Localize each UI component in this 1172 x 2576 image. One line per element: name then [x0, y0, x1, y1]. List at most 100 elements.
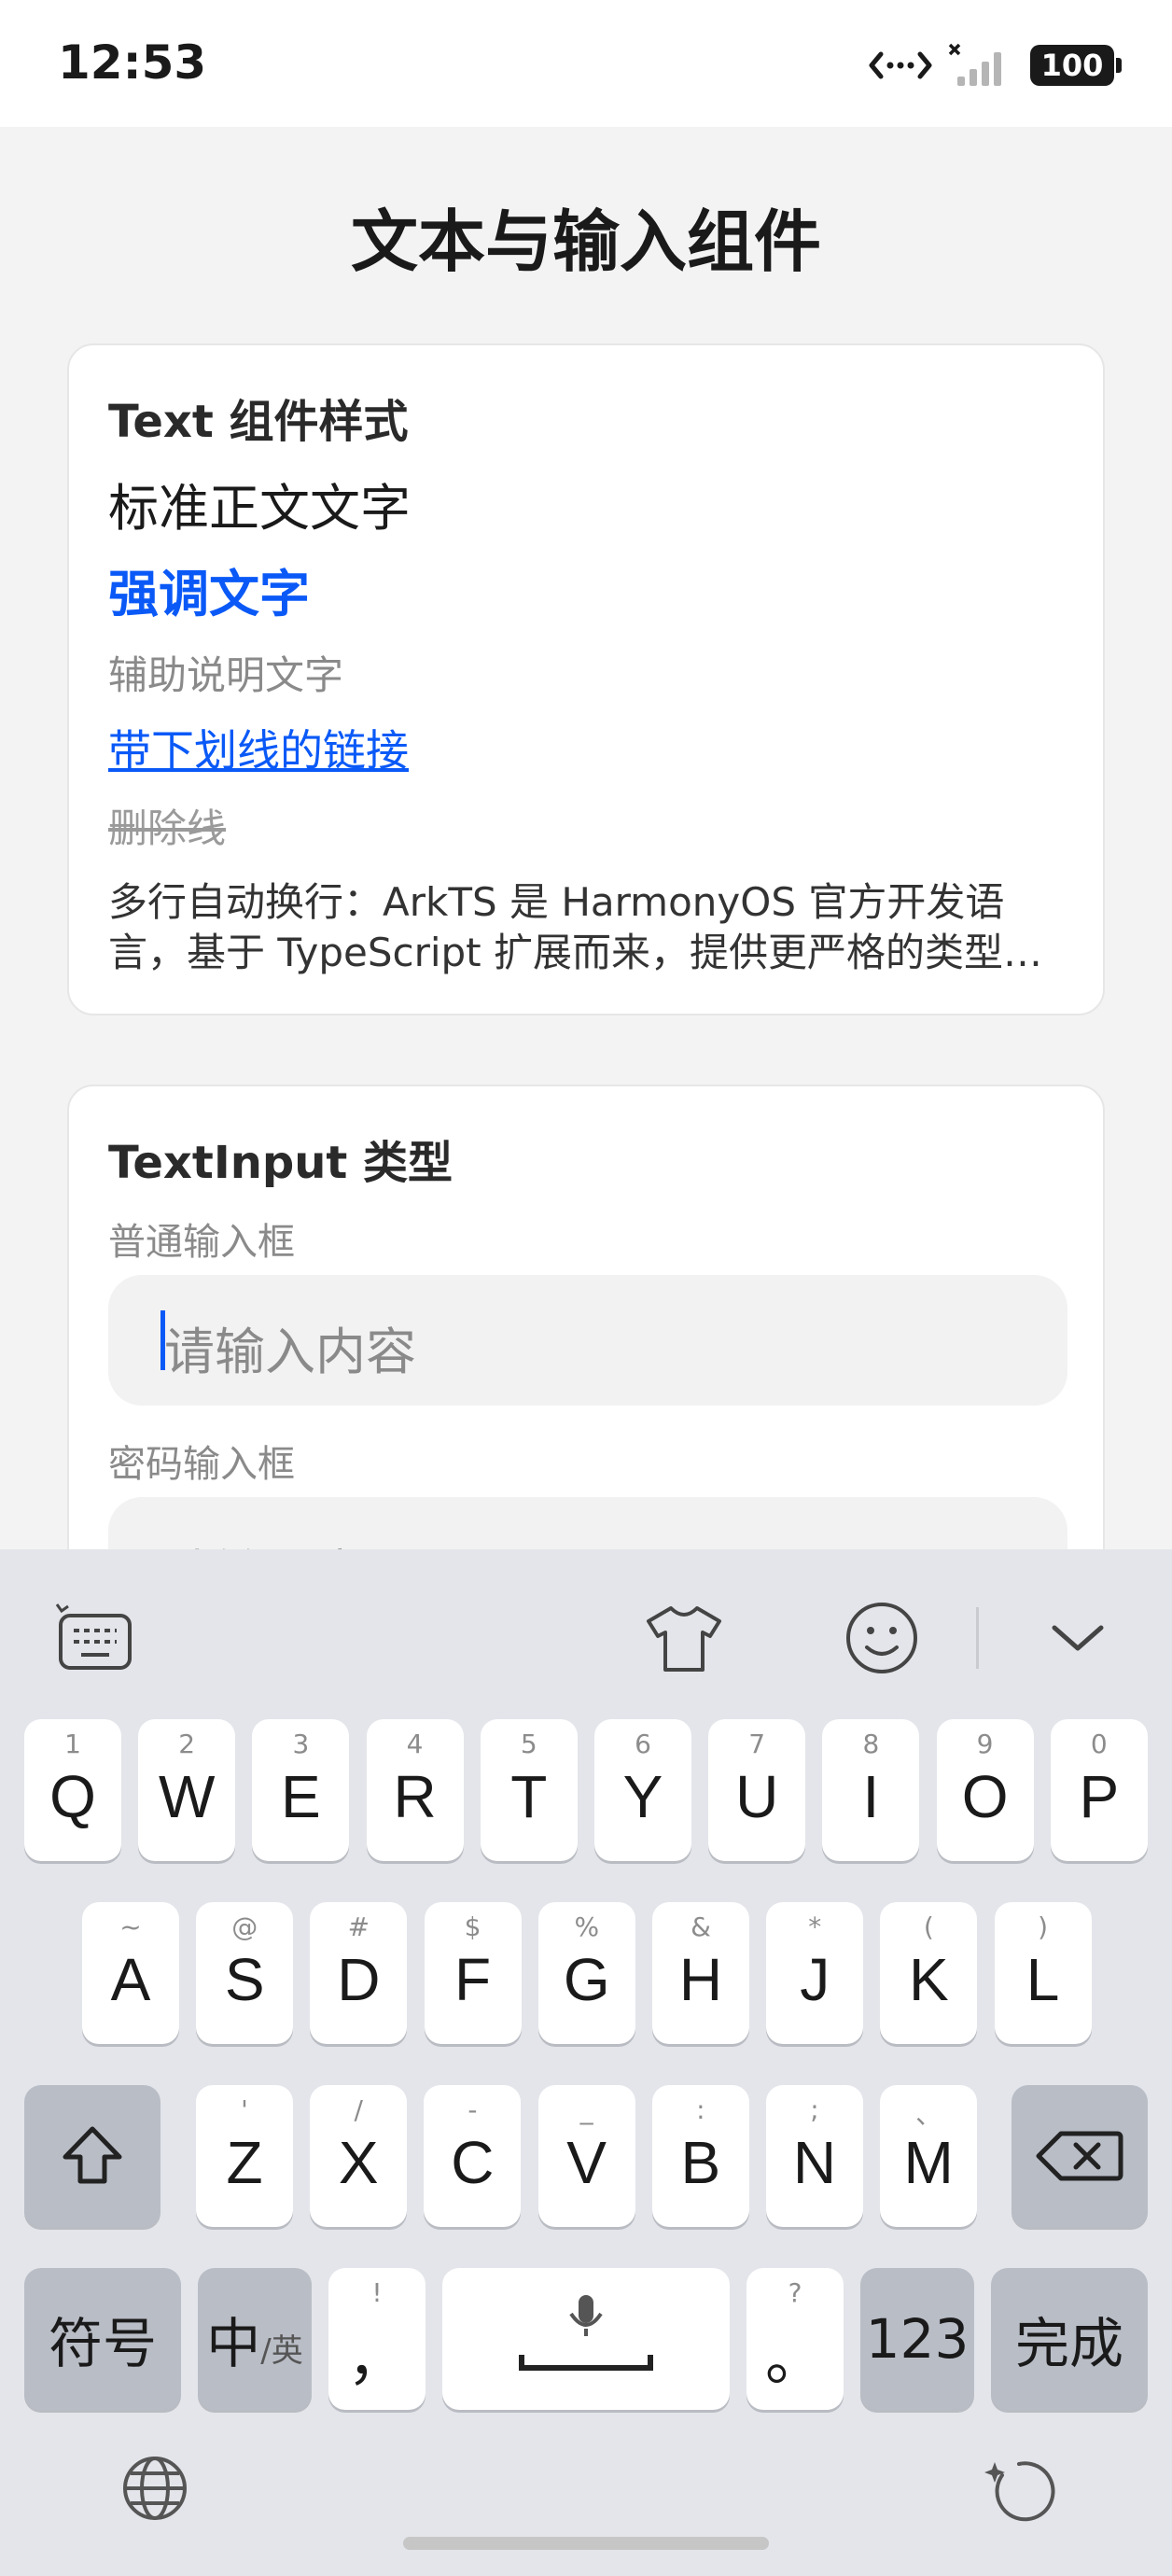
key-hint: 0: [1090, 1729, 1108, 1759]
comma-key[interactable]: !，: [328, 2268, 426, 2410]
key-r[interactable]: 4R: [366, 1719, 464, 1861]
period-key[interactable]: ?。: [746, 2268, 844, 2410]
key-d[interactable]: # D: [310, 1902, 408, 2044]
key-hint: !: [371, 2277, 383, 2308]
key-n[interactable]: ; N: [766, 2085, 863, 2227]
key-hint: 、: [915, 2099, 942, 2130]
mic-icon: [442, 2268, 730, 2410]
key-label: G: [563, 1946, 610, 2013]
key-label: Y: [622, 1763, 663, 1830]
key-label: L: [1026, 1946, 1060, 2013]
language-switch-key[interactable]: 中/英: [198, 2268, 312, 2410]
key-hint: 3: [292, 1729, 310, 1759]
key-o[interactable]: 9O: [936, 1719, 1034, 1861]
key-label: Z: [226, 2129, 263, 2196]
key-hint: ): [1038, 1911, 1049, 1942]
collapse-icon[interactable]: [1036, 1596, 1120, 1680]
key-hint: 9: [976, 1729, 994, 1759]
key-q[interactable]: 1Q: [24, 1719, 121, 1861]
home-indicator[interactable]: [403, 2537, 769, 2550]
key-label: W: [158, 1763, 216, 1830]
card-title: TextInput 类型: [108, 1137, 453, 1189]
key-y[interactable]: 6Y: [594, 1719, 691, 1861]
status-icons: 100: [868, 39, 1122, 91]
key-k[interactable]: (K: [880, 1902, 978, 2044]
password-input-label: 密码输入框: [108, 1443, 295, 1486]
emoji-icon[interactable]: [840, 1596, 924, 1680]
shift-key[interactable]: [24, 2085, 160, 2227]
key-hint: 5: [520, 1729, 537, 1759]
key-b[interactable]: :B: [651, 2085, 749, 2227]
status-time: 12:53: [58, 35, 207, 90]
normal-input-label: 普通输入框: [108, 1221, 295, 1264]
battery-indicator: 100: [1030, 45, 1122, 86]
key-label: Q: [49, 1763, 96, 1830]
key-hint: 4: [406, 1729, 424, 1759]
ai-assist-icon[interactable]: [982, 2451, 1056, 2526]
shift-icon: [24, 2085, 160, 2227]
skin-icon[interactable]: [642, 1596, 726, 1680]
key-hint: 2: [178, 1729, 196, 1759]
backspace-icon: [1012, 2085, 1148, 2227]
key-l[interactable]: ) L: [994, 1902, 1092, 2044]
globe-icon[interactable]: [118, 2451, 192, 2526]
key-hint: _: [579, 2094, 593, 2125]
key-label: S: [224, 1946, 265, 2013]
normal-input-placeholder: 请输入内容: [164, 1323, 416, 1381]
normal-input[interactable]: 请输入内容: [108, 1275, 1067, 1406]
key-g[interactable]: % G: [537, 1902, 635, 2044]
key-label: P: [1079, 1763, 1120, 1830]
key-hint: /: [354, 2094, 363, 2125]
key-v[interactable]: _ V: [537, 2085, 635, 2227]
key-p[interactable]: 0P: [1050, 1719, 1148, 1861]
key-m[interactable]: 、 M: [880, 2085, 978, 2227]
key-e[interactable]: 3E: [252, 1719, 350, 1861]
key-hint: 6: [635, 1729, 651, 1759]
done-key[interactable]: 完成: [991, 2268, 1148, 2410]
key-label: 。: [765, 2325, 825, 2392]
key-label: K: [909, 1946, 949, 2013]
key-f[interactable]: $ F: [424, 1902, 522, 2044]
key-w[interactable]: 2W: [138, 1719, 236, 1861]
key-label: O: [961, 1763, 1009, 1830]
symbols-key[interactable]: 符号: [24, 2268, 181, 2410]
numeric-key[interactable]: 123: [860, 2268, 974, 2410]
key-u[interactable]: 7U: [708, 1719, 806, 1861]
key-label: I: [862, 1763, 880, 1830]
key-hint: 1: [64, 1729, 81, 1759]
normal-text: 标准正文文字: [108, 479, 411, 538]
page-title: 文本与输入组件: [350, 203, 821, 281]
key-label: 符号: [48, 2312, 157, 2375]
key-label: 123: [865, 2307, 970, 2371]
key-hint: $: [464, 1911, 481, 1942]
key-t[interactable]: 5T: [480, 1719, 578, 1861]
key-hint: ;: [810, 2094, 819, 2125]
keyboard-settings-icon[interactable]: [52, 1596, 136, 1680]
key-i[interactable]: 8I: [822, 1719, 920, 1861]
key-label: M: [903, 2129, 954, 2196]
key-label: J: [800, 1946, 830, 2013]
key-a[interactable]: ~ A: [82, 1902, 179, 2044]
key-label: 完成: [1014, 2312, 1123, 2375]
key-hint: #: [347, 1911, 370, 1942]
key-label: E: [281, 1763, 321, 1830]
key-h[interactable]: & H: [652, 1902, 749, 2044]
key-label: X: [338, 2129, 379, 2196]
underline-link[interactable]: 带下划线的链接: [108, 717, 409, 778]
key-hint: ': [241, 2094, 248, 2125]
key-s[interactable]: @ S: [196, 1902, 294, 2044]
signal-icon: [948, 43, 1015, 88]
soft-keyboard: 1 Q 2 W 3 E 4 R 5 T 6 Y 7 U 8 I 9 O 0 P ~ A @ S # D $ F% G & H * J(K) L ' Z…: [0, 1549, 1172, 2576]
key-label: N: [792, 2129, 837, 2196]
key-j[interactable]: * J: [766, 1902, 864, 2044]
key-hint: (: [923, 1911, 934, 1942]
space-key[interactable]: [442, 2268, 730, 2410]
key-x[interactable]: / X: [310, 2085, 408, 2227]
key-z[interactable]: ' Z: [196, 2085, 293, 2227]
key-hint: -: [467, 2094, 478, 2125]
backspace-key[interactable]: [1012, 2085, 1148, 2227]
lang-main: 中: [206, 2312, 261, 2375]
key-hint: :: [696, 2094, 705, 2125]
key-c[interactable]: -C: [424, 2085, 522, 2227]
text-style-card: Text 组件样式 标准正文文字 强调文字 辅助说明文字 带下划线的链接 删除线…: [67, 343, 1105, 1015]
